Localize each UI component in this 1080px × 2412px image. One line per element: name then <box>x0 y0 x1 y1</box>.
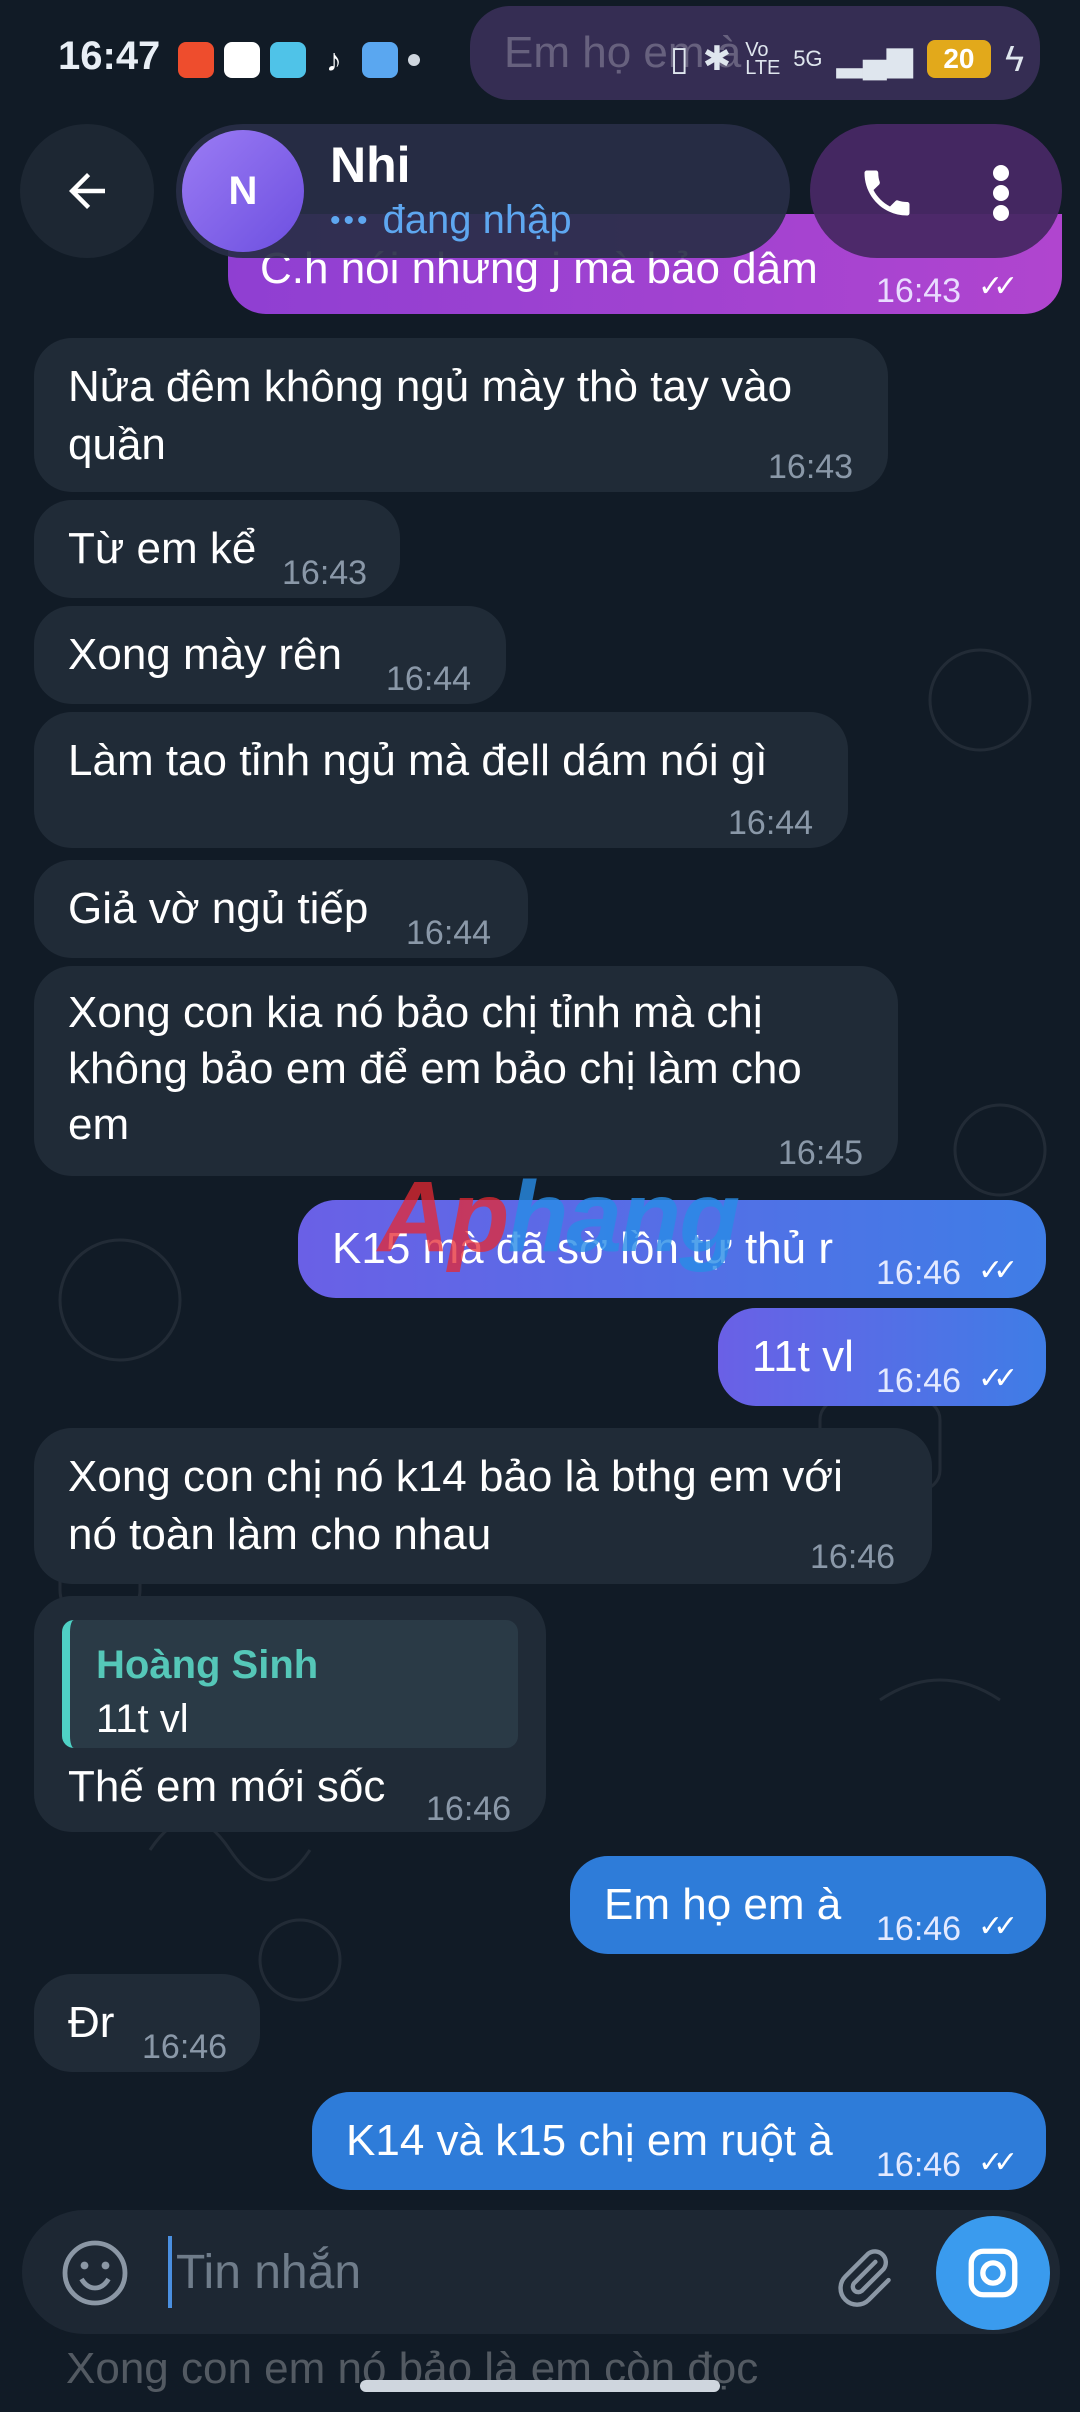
message-text: Xong con chị nó k14 bảo là bthg em với <box>68 1452 843 1501</box>
message-text: Giả vờ ngủ tiếp <box>68 884 369 933</box>
contact-name[interactable]: Nhi <box>330 136 411 194</box>
volte-icon: Vo LTE <box>745 39 781 79</box>
message-out[interactable]: 11t vl 16:46 ✓✓ <box>718 1308 1046 1406</box>
message-in[interactable]: Xong mày rên 16:44 <box>34 606 506 704</box>
vibrate-icon: ▯ <box>669 40 689 78</box>
message-time: 16:44 <box>728 804 814 842</box>
message-in[interactable]: Từ em kể 16:43 <box>34 500 400 598</box>
message-text: Xong mày rên <box>68 630 342 679</box>
bluetooth-icon: ✱ <box>702 40 732 78</box>
message-text: 11t vl <box>752 1332 854 1381</box>
read-ticks-icon: ✓✓ <box>978 1910 1018 1943</box>
read-ticks-icon: ✓✓ <box>978 2146 1018 2179</box>
contact-status-text: đang nhập <box>382 198 572 242</box>
read-ticks-icon: ✓✓ <box>978 270 1018 303</box>
message-time: 16:44 <box>406 914 492 952</box>
phone-icon <box>864 170 910 216</box>
message-out[interactable]: Em họ em à 16:46 ✓✓ <box>570 1856 1046 1954</box>
network-label: 5G <box>793 46 823 71</box>
message-in[interactable]: Xong con kia nó bảo chị tỉnh mà chị khôn… <box>34 966 898 1176</box>
reply-quoted-text: 11t vl <box>96 1697 189 1741</box>
status-time: 16:47 <box>58 34 161 78</box>
app-icon <box>270 42 306 78</box>
message-input[interactable] <box>168 2236 778 2308</box>
reply-sender-name: Hoàng Sinh <box>96 1643 319 1687</box>
charging-icon: ϟ <box>1004 38 1024 79</box>
battery-indicator: 20 <box>926 40 991 78</box>
message-in-reply[interactable]: Hoàng Sinh 11t vl Thế em mới sốc 16:46 <box>34 1596 546 1832</box>
message-time: 16:46 <box>876 2146 962 2184</box>
home-indicator[interactable] <box>360 2380 720 2392</box>
message-text: Từ em kể <box>68 524 257 573</box>
notification-icons: ♪ <box>178 42 420 78</box>
watermark-logo: Aphang <box>378 1161 740 1273</box>
message-text-line3: em <box>68 1100 130 1149</box>
message-in[interactable]: Làm tao tỉnh ngủ mà đell dám nói gì 16:4… <box>34 712 848 848</box>
message-in[interactable]: Giả vờ ngủ tiếp 16:44 <box>34 860 528 958</box>
message-text-line2: không bảo em để em bảo chị làm cho <box>68 1044 802 1093</box>
status-bar: 16:47 ♪ Em họ em à ▯ ✱ Vo LTE 5G ▂▄▆ 20 … <box>0 0 1080 120</box>
message-in[interactable]: Đr 16:46 <box>34 1974 260 2072</box>
message-time: 16:46 <box>810 1538 896 1576</box>
back-button[interactable] <box>20 124 154 258</box>
more-notifications-dot <box>408 54 420 66</box>
message-text-line2: nó toàn làm cho nhau <box>68 1510 492 1559</box>
typing-indicator-icon: ••• <box>330 203 371 237</box>
avatar[interactable]: N <box>182 130 304 252</box>
capcut-icon <box>224 42 260 78</box>
reply-quote[interactable]: Hoàng Sinh 11t vl <box>62 1620 518 1748</box>
message-text: K14 và k15 chị em ruột à <box>346 2116 833 2165</box>
message-time: 16:46 <box>142 2028 228 2066</box>
emoji-button[interactable] <box>56 2234 134 2312</box>
tiktok-icon: ♪ <box>326 42 342 78</box>
message-time: 16:46 <box>426 1790 512 1828</box>
message-text: Nửa đêm không ngủ mày thò tay vào <box>68 362 793 411</box>
message-time: 16:45 <box>778 1134 864 1172</box>
message-text: Xong con kia nó bảo chị tỉnh mà chị <box>68 988 763 1037</box>
message-text: Làm tao tỉnh ngủ mà đell dám nói gì <box>68 736 768 785</box>
read-ticks-icon: ✓✓ <box>978 1254 1018 1287</box>
message-text-line2: quần <box>68 420 166 469</box>
paperclip-icon <box>838 2249 891 2307</box>
smiley-icon <box>62 2240 128 2306</box>
message-in[interactable]: Nửa đêm không ngủ mày thò tay vào quần 1… <box>34 338 888 492</box>
more-options-button[interactable] <box>954 146 1048 240</box>
camera-button[interactable] <box>936 2216 1050 2330</box>
message-text: Đr <box>68 1998 115 2047</box>
message-time: 16:46 <box>876 1362 962 1400</box>
message-out[interactable]: K14 và k15 chị em ruột à 16:46 ✓✓ <box>312 2092 1046 2190</box>
shopee-icon <box>178 42 214 78</box>
read-ticks-icon: ✓✓ <box>978 1362 1018 1395</box>
camera-icon <box>968 2248 1018 2298</box>
message-time: 16:43 <box>876 272 962 310</box>
system-icons: ▯ ✱ Vo LTE 5G ▂▄▆ 20 ϟ <box>670 38 1024 80</box>
message-text: Em họ em à <box>604 1880 842 1929</box>
call-button[interactable] <box>840 146 934 240</box>
back-arrow-icon <box>69 173 105 209</box>
attach-button[interactable] <box>818 2232 908 2322</box>
message-time: 16:43 <box>282 554 368 592</box>
more-vertical-icon <box>993 165 1009 221</box>
message-time: 16:44 <box>386 660 472 698</box>
signal-icon: ▂▄▆ <box>836 40 913 78</box>
contact-status: ••• đang nhập <box>330 198 572 243</box>
message-time: 16:46 <box>876 1254 962 1292</box>
message-time: 16:43 <box>768 448 854 486</box>
weather-icon <box>362 42 398 78</box>
message-time: 16:46 <box>876 1910 962 1948</box>
message-in[interactable]: Xong con chị nó k14 bảo là bthg em với n… <box>34 1428 932 1584</box>
message-text: Thế em mới sốc <box>68 1762 386 1811</box>
